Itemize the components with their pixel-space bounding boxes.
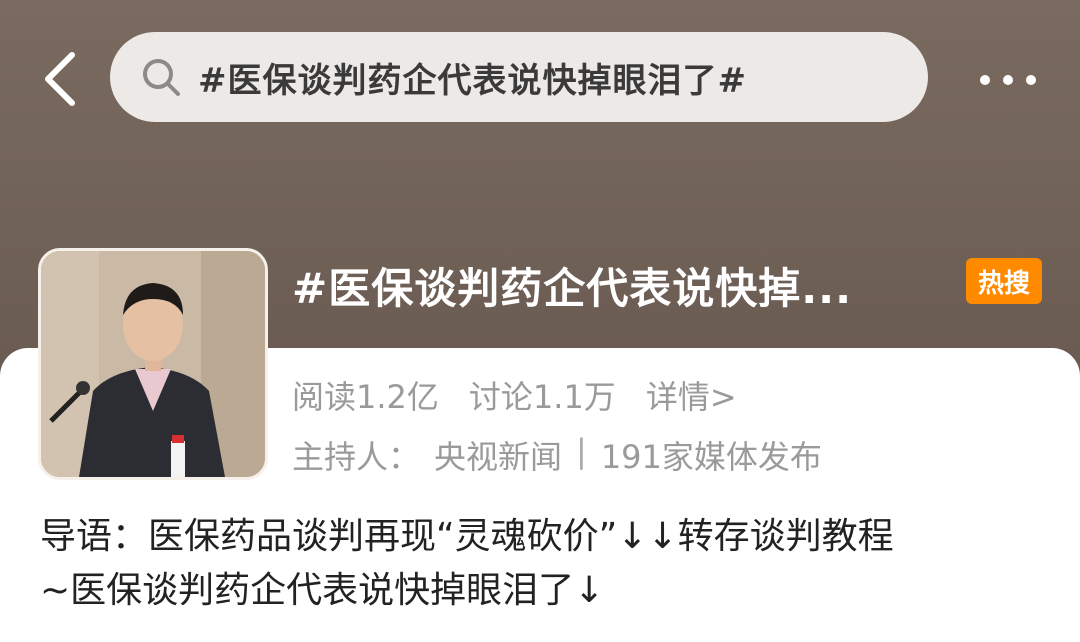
discussion-count: 讨论1.1万 — [468, 378, 616, 416]
search-input[interactable]: #医保谈判药企代表说快掉眼泪了# — [110, 32, 928, 122]
hot-search-badge: 热搜 — [966, 258, 1042, 304]
more-options-button[interactable] — [968, 58, 1048, 102]
more-dot — [1003, 75, 1013, 85]
host-info: 主持人： 央视新闻 | 191家媒体发布 — [292, 432, 822, 478]
more-dot — [1026, 75, 1036, 85]
read-count: 阅读1.2亿 — [292, 378, 439, 416]
topic-title: #医保谈判药企代表说快掉... — [292, 264, 853, 313]
host-separator: | — [576, 432, 587, 470]
media-count[interactable]: 191家媒体发布 — [601, 432, 822, 478]
topic-avatar[interactable] — [38, 248, 268, 480]
chevron-left-icon — [45, 52, 75, 106]
topic-stats: 阅读1.2亿 讨论1.1万 详情> — [292, 372, 737, 418]
intro-line: ~医保谈判药企代表说快掉眼泪了↓ — [40, 570, 605, 611]
detail-link[interactable]: 详情> — [646, 372, 737, 418]
topic-avatar-image — [41, 251, 265, 477]
more-dots-icon — [980, 75, 990, 85]
back-button[interactable] — [30, 44, 90, 114]
host-name[interactable]: 央视新闻 — [434, 432, 562, 478]
search-query: #医保谈判药企代表说快掉眼泪了# — [198, 60, 747, 101]
intro-line: 导语：医保药品谈判再现“灵魂砍价”↓↓转存谈判教程 — [40, 516, 894, 557]
search-icon — [138, 54, 184, 100]
host-label: 主持人： — [292, 438, 421, 476]
topic-intro: 导语：医保药品谈判再现“灵魂砍价”↓↓转存谈判教程 ~医保谈判药企代表说快掉眼泪… — [40, 510, 1050, 618]
